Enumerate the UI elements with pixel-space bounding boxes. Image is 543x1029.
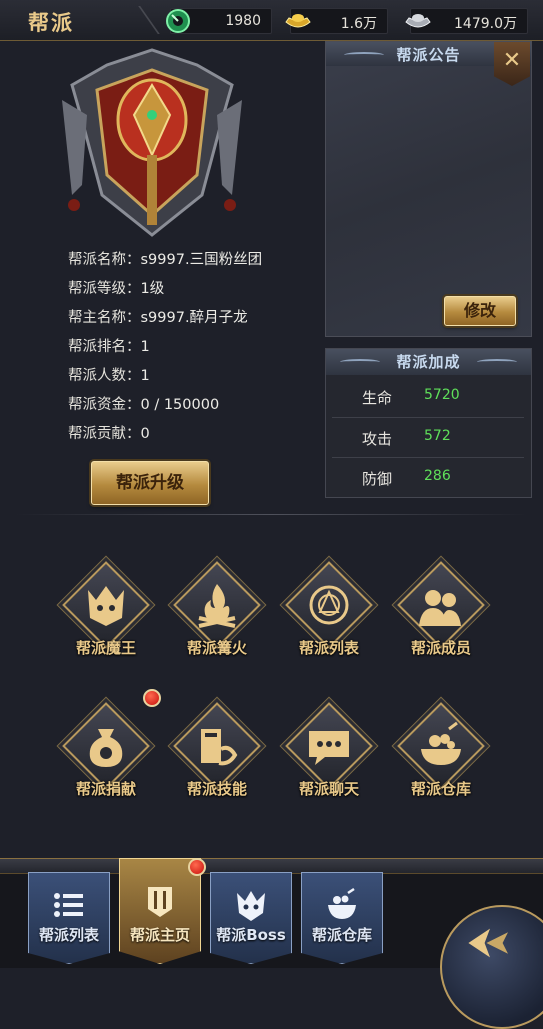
guild-members-row: 帮派人数：1 [68, 368, 150, 384]
bonfire-icon [198, 584, 236, 628]
edit-notice-button[interactable]: 修改 [444, 296, 516, 326]
guild-level: 1级 [140, 281, 165, 297]
silver-ingot-icon [405, 14, 431, 28]
donation-bag-icon [89, 729, 123, 767]
guild-emblem-icon [62, 48, 242, 237]
function-label: 帮派技能 [186, 780, 247, 798]
back-arrow-icon [468, 928, 508, 958]
function-label: 帮派列表 [298, 639, 359, 657]
guild-warehouse-button[interactable]: 帮派仓库 [391, 702, 491, 807]
bonus-row-attack: 攻击 572 [332, 417, 524, 456]
notice-panel: 帮派公告 修改 [325, 41, 532, 337]
tab-guild-list[interactable]: 帮派列表 [28, 872, 110, 964]
tab-label: 帮派主页 [129, 926, 190, 944]
silver-value: 1479.0万 [454, 16, 517, 32]
jade-icon [166, 9, 190, 33]
close-icon: ✕ [502, 48, 522, 73]
page-title: 帮派 [28, 10, 74, 35]
notification-badge [143, 689, 161, 707]
bonus-row-defense: 防御 286 [332, 457, 524, 496]
function-label: 帮派魔王 [75, 639, 136, 657]
function-label: 帮派篝火 [186, 639, 247, 657]
bonus-title: 帮派加成 [396, 353, 461, 371]
boss-icon [237, 891, 265, 921]
jade-value: 1980 [225, 13, 261, 29]
gold-value: 1.6万 [340, 16, 377, 32]
jade-resource: 1980 [166, 8, 272, 34]
function-label: 帮派成员 [410, 639, 471, 657]
members-icon [419, 590, 461, 626]
function-label: 帮派仓库 [410, 780, 471, 798]
guild-contribution-row: 帮派贡献：0 [68, 426, 150, 442]
guild-name: s9997.三国粉丝团 [140, 252, 263, 268]
stat-value: 286 [424, 468, 451, 484]
bonus-row-hp: 生命 5720 [332, 377, 524, 415]
function-label: 帮派聊天 [298, 780, 359, 798]
banner-icon [148, 887, 172, 917]
guild-skill-button[interactable]: 帮派技能 [167, 702, 267, 807]
guild-contribution: 0 [140, 426, 150, 442]
guild-leader: s9997.醉月子龙 [140, 310, 248, 326]
guild-demon-king-button[interactable]: 帮派魔王 [56, 561, 156, 666]
title-decoration [98, 6, 160, 34]
guild-leader-row: 帮主名称：s9997.醉月子龙 [68, 310, 248, 326]
tab-label: 帮派Boss [216, 926, 286, 944]
emblem-list-icon [309, 585, 349, 625]
stat-label: 生命 [362, 389, 393, 407]
silver-resource: 1479.0万 [405, 8, 528, 34]
stat-label: 防御 [362, 470, 393, 488]
skill-book-icon [201, 729, 238, 766]
guild-level-row: 帮派等级：1级 [68, 281, 165, 297]
stat-label: 攻击 [362, 430, 393, 448]
tab-label: 帮派仓库 [311, 926, 372, 944]
guild-rank-row: 帮派排名：1 [68, 339, 150, 355]
function-label: 帮派捐献 [75, 780, 136, 798]
guild-funds-row: 帮派资金：0 / 150000 [68, 397, 220, 413]
stat-value: 5720 [424, 387, 460, 403]
tab-guild-home[interactable]: 帮派主页 [119, 858, 201, 964]
guild-upgrade-button[interactable]: 帮派升级 [91, 461, 209, 505]
bonus-header: 帮派加成 [326, 349, 531, 375]
notification-badge [188, 858, 206, 876]
guild-members: 1 [140, 368, 150, 384]
section-divider [15, 514, 528, 515]
top-bar: 帮派 1980 1.6万 1479.0万 [0, 0, 543, 41]
tab-label: 帮派列表 [38, 926, 99, 944]
guild-donation-button[interactable]: 帮派捐献 [56, 702, 156, 807]
storehouse-icon [328, 887, 356, 919]
guild-bonfire-button[interactable]: 帮派篝火 [167, 561, 267, 666]
guild-funds: 0 / 150000 [140, 397, 220, 413]
gold-resource: 1.6万 [285, 8, 388, 34]
bottom-rail [0, 858, 543, 874]
chat-bubble-icon [309, 731, 349, 765]
guild-members-button[interactable]: 帮派成员 [391, 561, 491, 666]
tab-guild-warehouse[interactable]: 帮派仓库 [301, 872, 383, 964]
guild-name-row: 帮派名称：s9997.三国粉丝团 [68, 252, 263, 268]
treasure-bowl-icon [421, 721, 461, 765]
stat-value: 572 [424, 428, 451, 444]
guild-chat-button[interactable]: 帮派聊天 [279, 702, 379, 807]
demon-king-icon [88, 586, 124, 626]
list-icon [54, 893, 83, 917]
guild-info: 帮派名称：s9997.三国粉丝团 帮派等级：1级 帮主名称：s9997.醉月子龙… [68, 248, 262, 451]
guild-bonus-panel: 帮派加成 生命 5720 攻击 572 防御 286 [325, 348, 532, 498]
gold-ingot-icon [285, 14, 311, 28]
guild-rank: 1 [140, 339, 150, 355]
guild-list-button[interactable]: 帮派列表 [279, 561, 379, 666]
tab-guild-boss[interactable]: 帮派Boss [210, 872, 292, 964]
